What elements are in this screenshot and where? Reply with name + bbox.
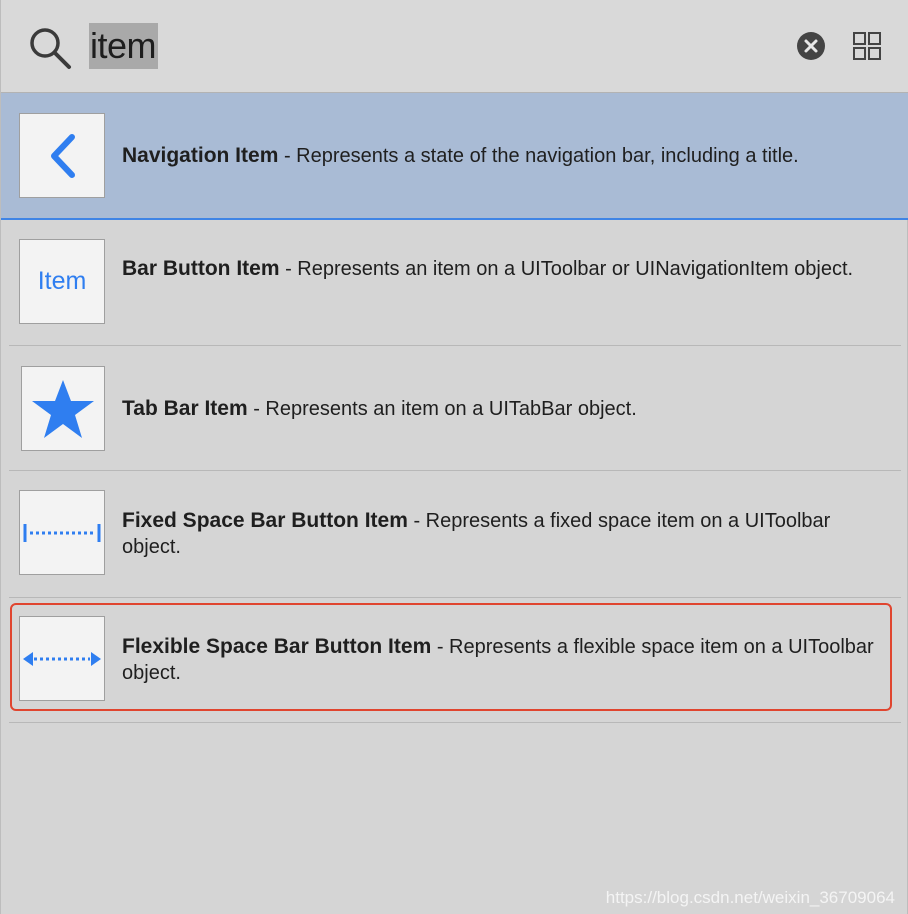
search-bar: item [1,0,908,93]
list-item-detail: - Represents an item on a UIToolbar or U… [285,258,854,280]
list-item-navigation-item[interactable]: Navigation Item - Represents a state of … [1,93,908,220]
grid-view-icon[interactable] [852,31,882,61]
list-item-fixed-space-bar-button-item[interactable]: Fixed Space Bar Button Item - Represents… [1,471,908,597]
watermark: https://blog.csdn.net/weixin_36709064 [605,888,895,907]
flexible-space-icon [23,651,101,666]
item-text-icon: Item [37,267,87,295]
chevron-left-icon [51,133,75,178]
list-item-description: Fixed Space Bar Button Item - Represents… [122,508,879,560]
navigation-item-thumbnail [19,113,105,198]
list-item-flexible-space-bar-button-item[interactable]: Flexible Space Bar Button Item - Represe… [1,598,908,722]
fixed-space-icon [23,523,101,542]
list-item-title: Flexible Space Bar Button Item [122,635,432,658]
list-item-title: Tab Bar Item [122,397,248,420]
search-query-text: item [89,23,159,69]
list-item-description: Flexible Space Bar Button Item - Represe… [122,634,879,686]
clear-search-icon[interactable] [796,31,826,61]
list-item-description: Navigation Item - Represents a state of … [122,143,879,169]
list-item-detail: - Represents an item on a UITabBar objec… [253,398,637,420]
fixed-space-thumbnail [19,490,105,575]
flexible-space-thumbnail [19,616,105,701]
list-item-title: Bar Button Item [122,257,280,280]
star-icon [32,379,94,438]
list-item-tab-bar-item[interactable]: Tab Bar Item - Represents an item on a U… [1,346,908,470]
list-item-detail: - Represents a state of the navigation b… [283,145,799,167]
list-item-bar-button-item[interactable]: Item Bar Button Item - Represents an ite… [1,221,908,345]
search-icon [30,28,71,69]
list-item-title: Fixed Space Bar Button Item [122,509,408,532]
search-input[interactable]: item [89,22,159,70]
list-item-description: Tab Bar Item - Represents an item on a U… [122,396,879,422]
bar-button-item-thumbnail: Item [19,239,105,324]
object-library-panel: item Navigation Item - Represents a stat… [0,0,908,914]
list-item-title: Navigation Item [122,144,279,167]
tab-bar-item-thumbnail [21,366,105,451]
row-divider [9,722,901,723]
list-item-description: Bar Button Item - Represents an item on … [122,256,879,282]
